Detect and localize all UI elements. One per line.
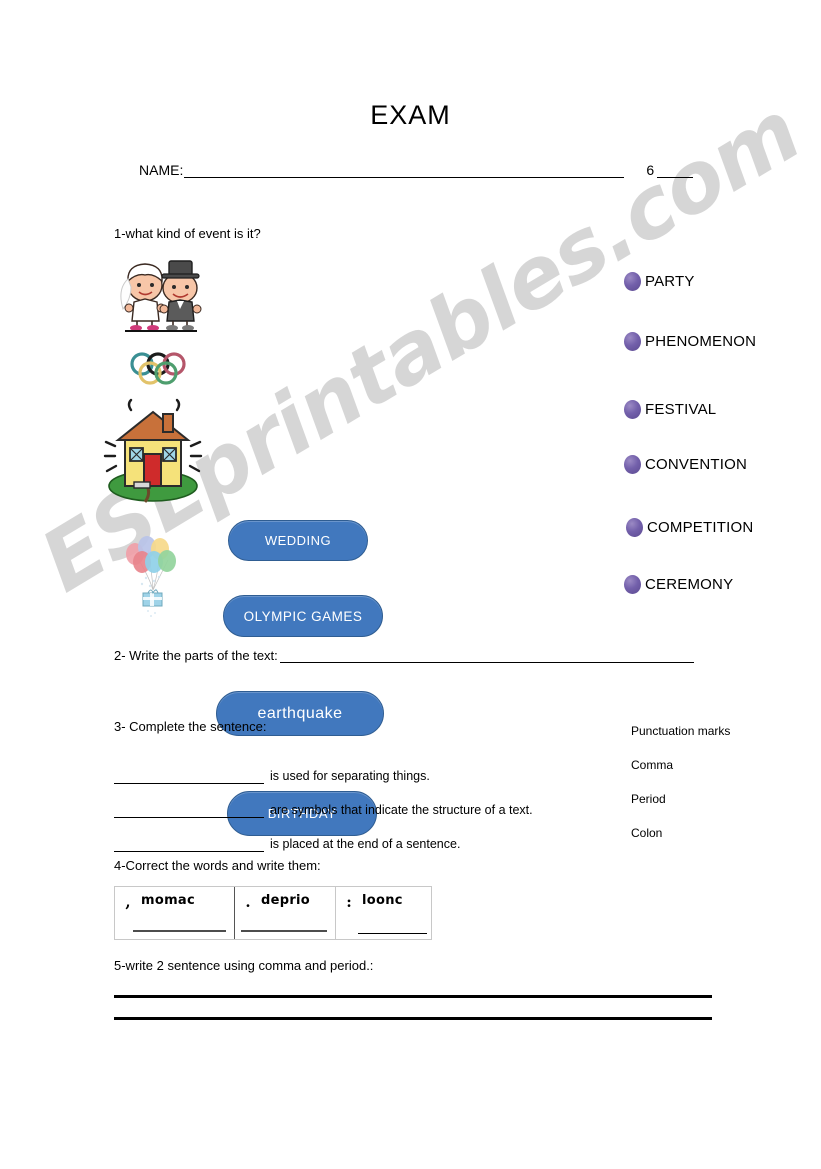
question-5-answer-line-2[interactable] — [114, 1017, 712, 1020]
question-3-blank-3[interactable] — [114, 838, 264, 852]
option-festival[interactable]: FESTIVAL — [624, 400, 716, 419]
question-4-scrambled-1: momac — [141, 893, 196, 908]
comma-mark: , — [125, 893, 131, 911]
word-bank-item-period[interactable]: Period — [631, 792, 801, 826]
option-ceremony-label: CEREMONY — [645, 576, 734, 593]
name-blank-line[interactable] — [184, 164, 625, 178]
option-party[interactable]: PARTY — [624, 272, 695, 291]
question-2-answer-line[interactable] — [279, 650, 694, 663]
name-label: NAME: — [139, 162, 184, 178]
bullet-icon — [624, 455, 641, 474]
question-4-prompt: 4-Correct the words and write them: — [114, 858, 321, 873]
name-row: NAME: 6 — [139, 156, 699, 178]
question-1-area: WEDDING OLYMPIC GAMES earthquake BIRTHDA… — [0, 248, 821, 836]
question-4-scrambled-2: deprio — [261, 893, 311, 908]
question-3-text-3: is placed at the end of a sentence. — [270, 837, 461, 851]
event-button-wedding[interactable]: WEDDING — [228, 520, 368, 561]
shaking-house-clipart — [103, 398, 203, 503]
bullet-icon — [624, 575, 641, 594]
question-1-prompt: 1-what kind of event is it? — [114, 226, 261, 241]
balloons-gift-clipart — [126, 536, 176, 617]
word-bank: Punctuation marks Comma Period Colon — [631, 724, 801, 860]
event-button-olympic-games[interactable]: OLYMPIC GAMES — [223, 595, 383, 637]
question-5-prompt: 5-write 2 sentence using comma and perio… — [114, 958, 374, 973]
question-3-sentence-2: are symbols that indicate the structure … — [114, 784, 594, 818]
bullet-icon — [626, 518, 643, 537]
option-convention[interactable]: CONVENTION — [624, 455, 747, 474]
bullet-icon — [624, 400, 641, 419]
question-2-row: 2- Write the parts of the text: — [114, 648, 694, 663]
question-3-blank-2[interactable] — [114, 804, 264, 818]
question-4-cell-comma: , momac — [115, 887, 235, 939]
option-competition-label: COMPETITION — [647, 519, 754, 536]
grade-blank-line[interactable] — [657, 164, 694, 178]
period-mark: . — [245, 893, 251, 911]
event-button-earthquake-label: earthquake — [257, 704, 343, 722]
bullet-icon — [624, 332, 641, 351]
question-4-cell-colon: : loonc — [336, 887, 431, 939]
question-4-table: , momac . deprio : loonc — [114, 886, 432, 940]
word-bank-item-comma[interactable]: Comma — [631, 758, 801, 792]
question-3-text-1: is used for separating things. — [270, 769, 430, 783]
question-4-answer-line-1[interactable] — [133, 930, 226, 932]
question-3-text-2: are symbols that indicate the structure … — [270, 803, 533, 817]
grade-label: 6 — [646, 162, 655, 178]
option-competition[interactable]: COMPETITION — [626, 518, 753, 537]
word-bank-item-colon[interactable]: Colon — [631, 826, 801, 860]
option-ceremony[interactable]: CEREMONY — [624, 575, 733, 594]
event-button-wedding-label: WEDDING — [264, 533, 332, 548]
page-title: EXAM — [370, 100, 451, 130]
question-5-answer-line-1[interactable] — [114, 995, 712, 998]
olympic-rings-clipart — [130, 352, 186, 385]
bullet-icon — [624, 272, 641, 291]
option-phenomenon-label: PHENOMENON — [645, 333, 757, 350]
event-button-olympic-games-label: OLYMPIC GAMES — [243, 608, 363, 624]
question-3-sentence-3: is placed at the end of a sentence. — [114, 818, 594, 852]
question-3-sentence-1: is used for separating things. — [114, 750, 594, 784]
question-4-scrambled-3: loonc — [362, 893, 403, 908]
question-3-blank-1[interactable] — [114, 770, 264, 784]
question-2-prompt: 2- Write the parts of the text: — [114, 648, 278, 663]
question-3-prompt: 3- Complete the sentence: — [114, 719, 267, 734]
worksheet-page: ESLprintables.com EXAM NAME: 6 1-what ki… — [0, 0, 821, 1169]
option-festival-label: FESTIVAL — [645, 401, 717, 418]
question-4-answer-line-2[interactable] — [241, 930, 327, 932]
wedding-couple-clipart — [120, 260, 202, 332]
question-4-answer-line-3[interactable] — [358, 933, 427, 934]
option-convention-label: CONVENTION — [645, 456, 748, 473]
word-bank-item-punctuation-marks[interactable]: Punctuation marks — [631, 724, 801, 758]
option-phenomenon[interactable]: PHENOMENON — [624, 332, 756, 351]
colon-mark: : — [346, 893, 352, 911]
question-4-cell-period: . deprio — [235, 887, 336, 939]
option-party-label: PARTY — [645, 273, 695, 290]
question-3-sentences: is used for separating things. are symbo… — [114, 750, 594, 852]
